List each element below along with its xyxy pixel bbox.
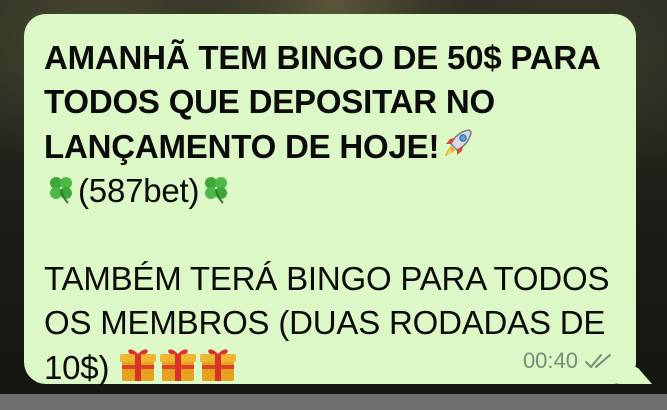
message-line-3-text: LANÇAMENTO DE HOJE! — [44, 128, 440, 165]
bubble-tail — [618, 358, 652, 384]
message-line-3: LANÇAMENTO DE HOJE! — [44, 124, 616, 169]
bottom-bar — [0, 394, 667, 410]
message-bubble[interactable]: AMANHÃ TEM BINGO DE 50$ PARA TODOS QUE D… — [24, 14, 652, 386]
rocket-icon — [439, 124, 477, 162]
gift-icon — [158, 345, 198, 383]
message-meta: 00:40 — [523, 348, 614, 374]
message-line-7-text: 10$) — [44, 349, 110, 386]
gift-icon — [118, 345, 158, 383]
gift-icon — [198, 345, 238, 383]
message-line-6: OS MEMBROS (DUAS RODADAS DE — [44, 304, 606, 341]
message-line-2: TODOS QUE DEPOSITAR NO — [44, 83, 495, 120]
message-line-1: AMANHÃ TEM BINGO DE 50$ PARA — [44, 39, 601, 76]
message-time: 00:40 — [522, 348, 578, 373]
double-check-icon — [584, 352, 614, 370]
four-leaf-clover-icon — [44, 172, 78, 206]
four-leaf-clover-icon — [199, 172, 233, 206]
message-line-5: TAMBÉM TERÁ BINGO PARA TODOS — [44, 260, 610, 297]
message-line-4-text: (587bet) — [78, 172, 200, 209]
message-line-4: (587bet) — [44, 169, 616, 213]
